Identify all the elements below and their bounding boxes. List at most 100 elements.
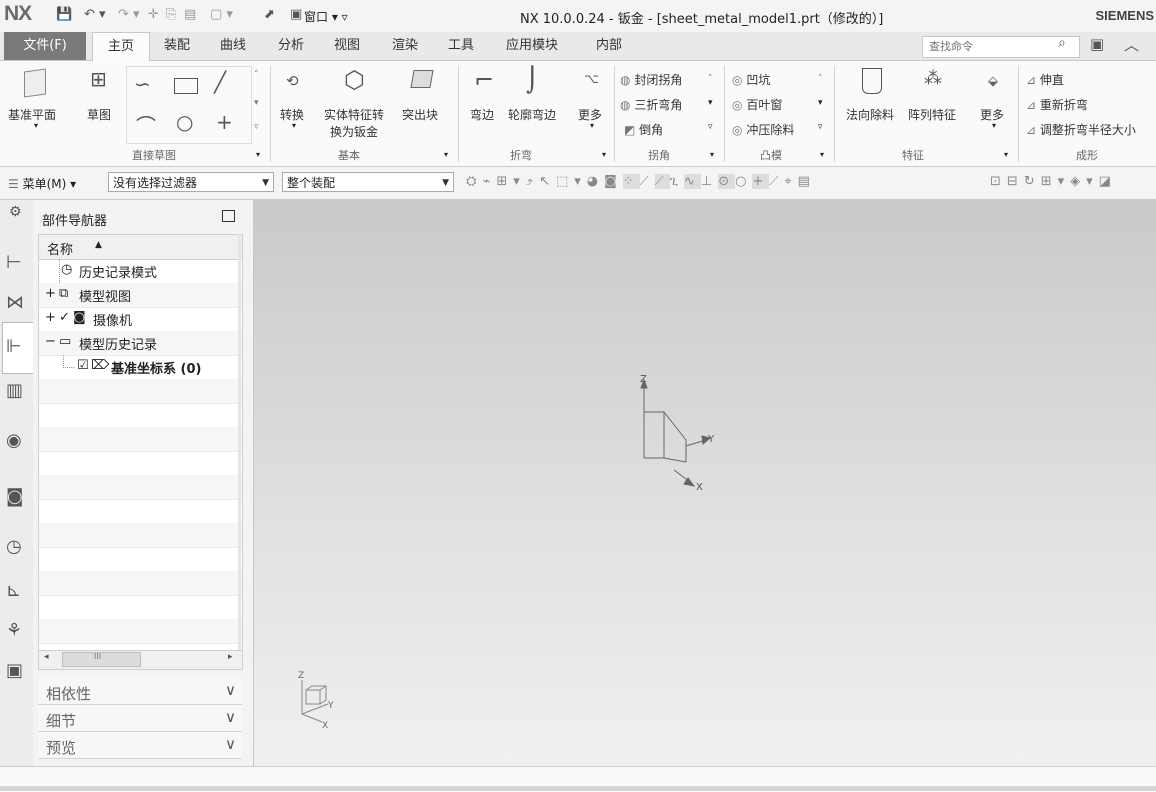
tab-render[interactable]: 渲染 — [392, 32, 418, 60]
window-menu-icon[interactable]: ▣ — [290, 7, 302, 22]
point-on-curve-icon[interactable]: ⟋ — [769, 174, 784, 189]
chevron-down-icon[interactable]: ∨ — [225, 708, 236, 726]
preview-panel[interactable]: 预览 ∨ — [38, 732, 242, 759]
repeat-command-icon[interactable]: ▢ ▾ — [210, 7, 233, 22]
face-select-icon[interactable]: ◕ — [587, 174, 604, 189]
datum-plane-dropdown-icon[interactable]: ▾ — [34, 121, 38, 130]
resize-bend-radius-button[interactable]: ⊿ 调整折弯半径大小 — [1026, 121, 1136, 138]
hd3d-tools-icon[interactable]: ◉ — [6, 430, 22, 451]
deselect-icon[interactable]: ⤴ — [526, 174, 539, 189]
quadrant-icon[interactable]: ○ — [735, 174, 752, 189]
perpendicular-icon[interactable]: ⊥ — [701, 174, 718, 189]
selection-filter-dropdown[interactable]: 没有选择过滤器 ▼ — [108, 172, 274, 192]
three-bend-corner-button[interactable]: ◍ 三折弯角 — [620, 96, 682, 113]
arc-icon[interactable]: ⌒ — [136, 110, 156, 139]
tab-analysis[interactable]: 分析 — [278, 32, 304, 60]
emboss-gallery-expand-icon[interactable]: ▿ — [818, 122, 823, 132]
scroll-left-icon[interactable]: ◂ — [44, 652, 49, 662]
fit-view-icon[interactable]: ⊡ — [990, 174, 1007, 189]
drawn-cutout-button[interactable]: ◎ 冲压除料 — [732, 121, 794, 138]
existing-point-icon[interactable]: + — [752, 174, 770, 189]
gallery-expand-icon[interactable]: ▿ — [254, 122, 259, 132]
vertical-scrollbar[interactable] — [238, 234, 241, 650]
point-icon[interactable]: + — [216, 110, 233, 134]
intersection-icon[interactable]: ∿ — [683, 174, 701, 189]
system-scene-icon[interactable]: ▣ — [6, 660, 23, 681]
snap-grid-icon[interactable]: ⁘ — [622, 174, 640, 189]
resource-bar-settings-icon[interactable]: ⚙ — [9, 204, 22, 220]
history-icon[interactable]: ◷ — [6, 536, 22, 557]
file-menu-tab[interactable]: 文件(F) — [4, 32, 86, 60]
tree-row-cameras[interactable]: + ✓ ◙ 摄像机 — [39, 307, 242, 332]
closed-corner-button[interactable]: ◍ 封闭拐角 — [620, 71, 682, 88]
rebend-button[interactable]: ⊿ 重新折弯 — [1026, 96, 1088, 113]
edit-section-icon[interactable]: ◪ — [1099, 174, 1117, 189]
rectangle-icon[interactable] — [174, 78, 198, 94]
point-on-face-icon[interactable]: ⌖ — [784, 174, 797, 189]
command-search[interactable] — [922, 36, 1080, 58]
group-basic-dropdown-icon[interactable]: ▾ — [444, 150, 448, 159]
emboss-gallery-up-icon[interactable]: ˄ — [818, 74, 823, 84]
group-direct-sketch-dropdown-icon[interactable]: ▾ — [256, 150, 260, 159]
collapse-ribbon-icon[interactable]: ︿ — [1124, 34, 1139, 55]
select-pointer-icon[interactable]: ↖ — [539, 174, 556, 189]
normal-cutout-button[interactable]: 法向除料 — [846, 106, 894, 123]
collapse-icon[interactable]: − — [45, 334, 56, 349]
group-corner-dropdown-icon[interactable]: ▾ — [710, 150, 714, 159]
maximize-icon[interactable] — [222, 210, 235, 222]
chamfer-button[interactable]: ◩ 倒角 — [624, 121, 663, 138]
save-icon[interactable]: 💾 — [56, 7, 72, 22]
tab-internal[interactable]: 内部 — [596, 32, 622, 60]
redo-icon[interactable]: ↷ ▾ — [118, 7, 140, 22]
orient-view-icon[interactable]: ⊞▾ — [1041, 174, 1070, 189]
copy-icon[interactable]: ⎘ — [166, 7, 176, 22]
corner-gallery-down-icon[interactable]: ▾ — [708, 98, 713, 108]
corner-gallery-up-icon[interactable]: ˄ — [708, 74, 713, 84]
tree-row-history-mode[interactable]: ◷ 历史记录模式 — [39, 259, 242, 284]
checkbox-icon[interactable]: ☑ — [77, 358, 89, 373]
tree-row-datum-csys[interactable]: ☑ ⌦ 基准坐标系 (0) — [39, 355, 242, 380]
pattern-feature-button[interactable]: 阵列特征 — [908, 106, 956, 123]
search-icon[interactable]: ⌕ — [1058, 35, 1066, 51]
contour-flange-button[interactable]: 轮廓弯边 — [508, 106, 556, 123]
louver-button[interactable]: ◎ 百叶窗 — [732, 96, 782, 113]
scroll-right-icon[interactable]: ▸ — [228, 652, 233, 662]
midpoint-icon[interactable]: ⟋ — [654, 174, 670, 189]
render-style-icon[interactable]: ◈▾ — [1070, 174, 1099, 189]
snap-tools[interactable]: ⛭⌁⊞▾⤴↖⬚▾◕◙⁘⟋⟋ጊ∿⊥⊙○+⟋⌖▤ — [466, 174, 816, 189]
select-all-icon[interactable]: ⊞▾ — [496, 174, 525, 189]
datum-plane-button[interactable]: 基准平面 — [8, 106, 56, 123]
line-icon[interactable]: ╱ — [214, 70, 226, 94]
web-browser-icon[interactable]: ◙ — [6, 486, 23, 507]
gallery-scroll-up-icon[interactable]: ˄ — [254, 70, 259, 80]
part-navigator-icon[interactable]: ⊩ — [6, 336, 22, 357]
ribbon-display-icon[interactable]: ▣ — [1090, 35, 1104, 53]
rotate-icon[interactable]: ↻ — [1024, 174, 1041, 189]
chevron-down-icon[interactable]: ∨ — [225, 681, 236, 699]
bounded-grid-icon[interactable]: ▤ — [798, 174, 816, 189]
center-icon[interactable]: ⊙ — [718, 174, 736, 189]
roles-icon[interactable]: ⚘ — [6, 620, 22, 641]
tab-curve[interactable]: 曲线 — [220, 32, 246, 60]
command-search-input[interactable] — [927, 39, 1051, 54]
body-select-icon[interactable]: ◙ — [604, 174, 623, 189]
process-studio-icon[interactable]: ⊾ — [6, 580, 21, 601]
assembly-navigator-icon[interactable]: ⊢ — [6, 252, 22, 273]
tab-block-button[interactable]: 突出块 — [402, 106, 438, 123]
sketch-button[interactable]: 草图 — [87, 106, 111, 123]
tab-view[interactable]: 视图 — [334, 32, 360, 60]
corner-gallery-expand-icon[interactable]: ▿ — [708, 122, 713, 132]
view-tools[interactable]: ⊡⊟↻⊞▾◈▾◪ — [990, 174, 1117, 189]
graphics-window[interactable]: Z Y X Z Y X — [254, 200, 1156, 766]
window-menu[interactable]: 窗口 ▾ ▿ — [304, 8, 348, 25]
endpoint-icon[interactable]: ⟋ — [640, 174, 655, 189]
expand-icon[interactable]: + — [45, 286, 56, 301]
unbend-button[interactable]: ⊿ 伸直 — [1026, 71, 1064, 88]
rectangle-select-icon[interactable]: ⬚▾ — [556, 174, 587, 189]
cut-icon[interactable]: ✛ — [148, 7, 159, 22]
circle-icon[interactable]: ○ — [176, 110, 193, 134]
tab-tools[interactable]: 工具 — [448, 32, 474, 60]
selection-scope-dropdown[interactable]: 整个装配 ▼ — [282, 172, 454, 192]
tab-application[interactable]: 应用模块 — [506, 32, 558, 60]
solid-to-sheet-button[interactable]: 实体特征转 换为钣金 — [324, 106, 384, 140]
